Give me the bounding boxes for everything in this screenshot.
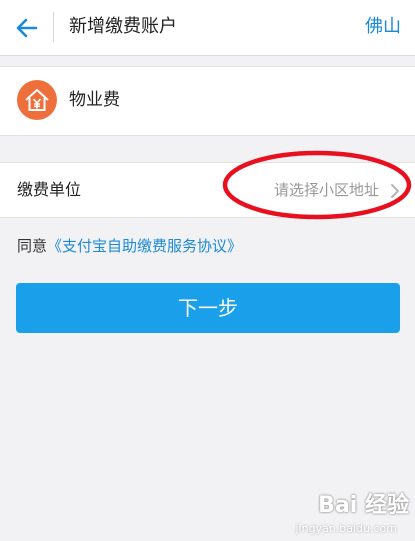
back-button[interactable]	[12, 13, 42, 43]
back-arrow-icon	[16, 18, 38, 38]
agreement-prefix: 同意	[17, 237, 48, 255]
watermark-main: Bai 经验	[318, 493, 409, 518]
next-step-button[interactable]: 下一步	[16, 283, 400, 333]
house-yen-icon	[17, 80, 57, 120]
app-header: 新增缴费账户 佛山	[0, 0, 415, 56]
header-divider	[53, 12, 54, 42]
city-selector[interactable]: 佛山	[365, 14, 401, 40]
chevron-right-icon	[391, 184, 399, 198]
payment-unit-row[interactable]: 缴费单位 请选择小区地址	[0, 162, 415, 218]
page-title: 新增缴费账户	[69, 16, 177, 37]
payment-unit-label: 缴费单位	[17, 180, 82, 199]
watermark-sub: jingyan.baidu.com	[295, 522, 397, 535]
payment-type-row: 物业费	[0, 66, 415, 136]
community-address-placeholder[interactable]: 请选择小区地址	[274, 178, 379, 202]
agreement-text: 同意《支付宝自助缴费服务协议》	[17, 234, 242, 258]
agreement-link[interactable]: 《支付宝自助缴费服务协议》	[47, 237, 242, 255]
payment-type-label: 物业费	[69, 90, 120, 110]
